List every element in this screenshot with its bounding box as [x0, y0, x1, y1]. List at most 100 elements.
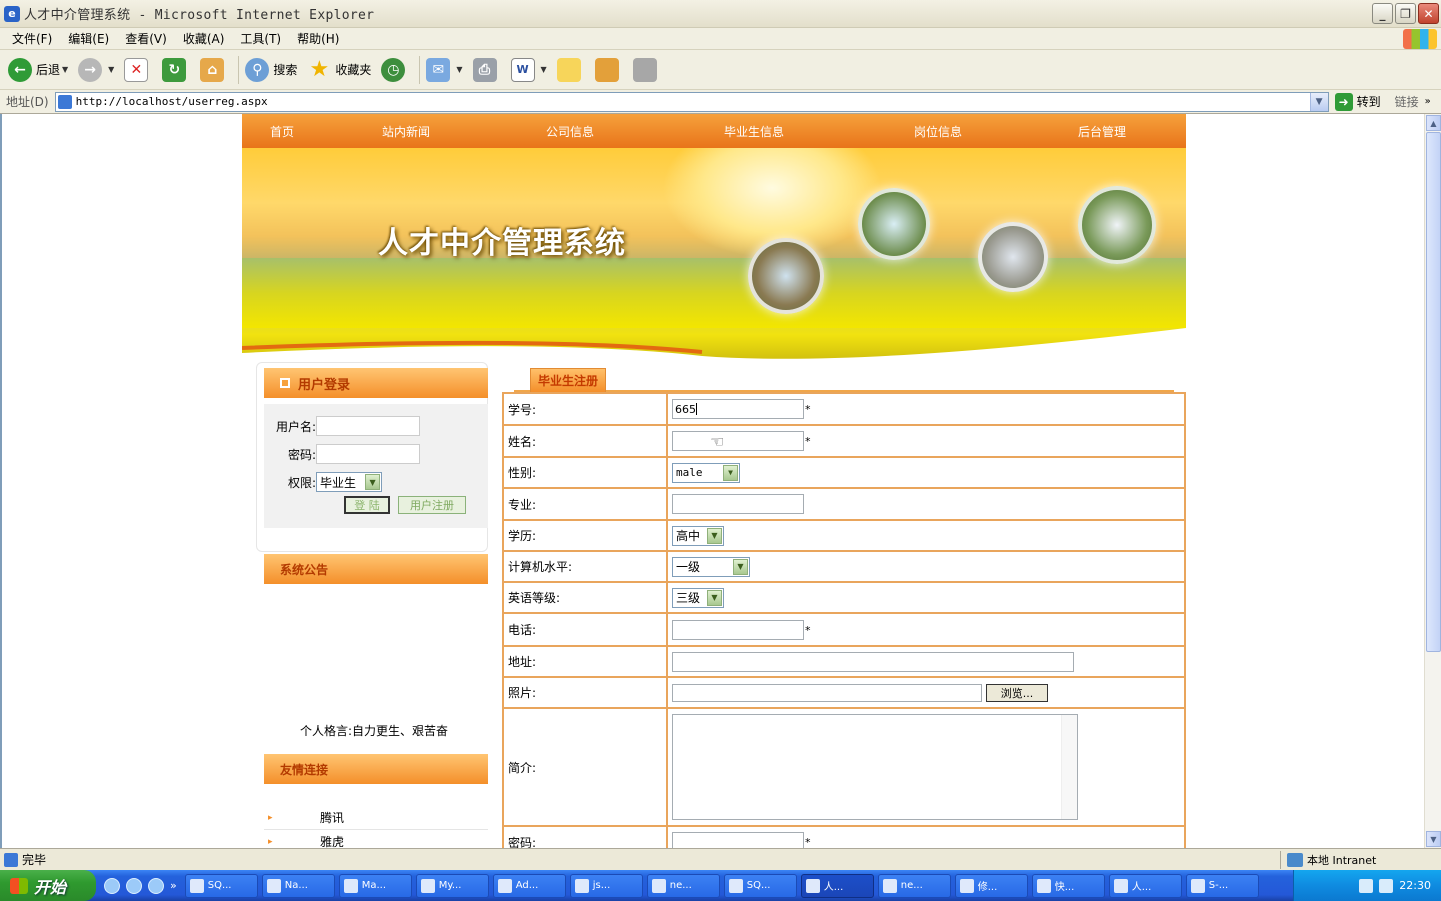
stop-button[interactable]: ✕: [124, 57, 152, 82]
friend-link-item[interactable]: 雅虎: [264, 830, 488, 848]
menu-favorites[interactable]: 收藏(A): [177, 30, 231, 47]
taskbar-task[interactable]: My...: [415, 873, 489, 898]
history-button[interactable]: ◷: [381, 57, 409, 82]
scroll-down-arrow-icon[interactable]: ▼: [1426, 831, 1441, 847]
taskbar-task[interactable]: ne...: [646, 873, 720, 898]
nav-jobs[interactable]: 岗位信息: [914, 123, 962, 140]
windows-taskbar: 开始 » SQ... Na... Ma... My... Ad... js... ne...…: [0, 870, 1441, 901]
chevron-down-icon[interactable]: ▼: [541, 65, 547, 74]
menu-view[interactable]: 查看(V): [119, 30, 173, 47]
name-input[interactable]: [672, 431, 804, 451]
go-button[interactable]: ➜ 转到: [1334, 92, 1381, 111]
friend-links-header: 友情连接: [264, 754, 488, 784]
taskbar-task[interactable]: 快...: [1031, 873, 1105, 898]
nav-graduates[interactable]: 毕业生信息: [724, 123, 784, 140]
taskbar-task[interactable]: 人...: [800, 873, 874, 898]
app-icon: [728, 878, 743, 893]
english-level-select[interactable]: 三级 ▼: [672, 587, 724, 608]
student-id-input[interactable]: 665: [672, 399, 804, 419]
password-input[interactable]: [316, 444, 421, 464]
taskbar-task[interactable]: ne...: [877, 873, 951, 898]
page-scrollbar[interactable]: ▲ ▼: [1424, 114, 1441, 848]
chevron-down-icon[interactable]: ▼: [108, 65, 114, 74]
nav-news[interactable]: 站内新闻: [382, 123, 430, 140]
username-input[interactable]: [316, 416, 421, 436]
research-button[interactable]: [594, 57, 623, 82]
taskbar-task[interactable]: js...: [569, 873, 643, 898]
reg-password-input[interactable]: [672, 832, 804, 848]
favorites-button[interactable]: ★ 收藏夹: [307, 57, 371, 82]
back-button[interactable]: ← 后退 ▼: [8, 57, 68, 82]
menu-tools[interactable]: 工具(T): [234, 30, 287, 47]
address-field-input[interactable]: [672, 651, 1074, 672]
close-button[interactable]: ✕: [1418, 3, 1439, 24]
discuss-button[interactable]: [556, 57, 585, 82]
taskbar-task[interactable]: SQ...: [723, 873, 797, 898]
taskbar-task[interactable]: S-...: [1185, 873, 1259, 898]
friend-link-item[interactable]: 腾讯: [264, 806, 488, 830]
printer-icon: ⎙: [472, 57, 497, 82]
intro-textarea[interactable]: [672, 714, 1078, 820]
taskbar-task[interactable]: SQ...: [184, 873, 258, 898]
desktop-quicklaunch-icon[interactable]: [126, 877, 142, 894]
friend-link-label: 腾讯: [320, 811, 345, 825]
refresh-button[interactable]: ↻: [162, 57, 190, 82]
chevron-down-icon[interactable]: ▼: [456, 65, 462, 74]
ie-quicklaunch-icon[interactable]: [104, 877, 120, 894]
nav-company[interactable]: 公司信息: [546, 123, 594, 140]
phone-input[interactable]: [672, 619, 804, 640]
login-button[interactable]: 登 陆: [344, 496, 390, 514]
forward-button[interactable]: → ▼: [78, 57, 114, 82]
taskbar-task[interactable]: Na...: [261, 873, 335, 898]
minimize-button[interactable]: _: [1372, 3, 1393, 24]
taskbar-task[interactable]: Ad...: [492, 873, 566, 898]
taskbar-task[interactable]: 人...: [1108, 873, 1182, 898]
scroll-up-arrow-icon[interactable]: ▲: [1426, 115, 1441, 131]
left-column: 用户登录 用户名: 密码: 权限: 毕业生 ▼ 登 陆 用户注册 系统公告 个人…: [256, 362, 496, 848]
computer-level-select[interactable]: 一级 ▼: [672, 556, 750, 577]
chevron-right-icon[interactable]: »: [170, 879, 177, 892]
start-button[interactable]: 开始: [0, 870, 96, 901]
home-button[interactable]: ⌂: [200, 57, 228, 82]
education-select[interactable]: 高中 ▼: [672, 525, 724, 546]
app-icon: [497, 878, 512, 893]
scroll-thumb[interactable]: [1426, 132, 1441, 652]
nav-home[interactable]: 首页: [270, 123, 294, 140]
menu-help[interactable]: 帮助(H): [291, 30, 345, 47]
network-icon[interactable]: [1359, 878, 1374, 893]
mail-button[interactable]: ✉ ▼: [426, 57, 463, 82]
menu-file[interactable]: 文件(F): [6, 30, 58, 47]
messenger-button[interactable]: [632, 57, 661, 82]
address-input[interactable]: http://localhost/userreg.aspx ▼: [54, 91, 1329, 112]
role-select[interactable]: 毕业生 ▼: [316, 472, 383, 492]
education-value: 高中: [676, 529, 701, 543]
nav-admin[interactable]: 后台管理: [1078, 123, 1126, 140]
photo-path-input[interactable]: [672, 683, 982, 702]
chevron-right-icon[interactable]: »: [1425, 96, 1431, 107]
history-icon: ◷: [381, 57, 406, 82]
print-button[interactable]: ⎙: [472, 57, 501, 82]
chevron-down-icon: ▼: [733, 558, 748, 575]
taskbar-task[interactable]: Ma...: [338, 873, 412, 898]
links-button[interactable]: 链接: [1395, 93, 1419, 110]
restore-button[interactable]: ❐: [1395, 3, 1416, 24]
gender-value: male: [676, 466, 703, 479]
role-value: 毕业生: [320, 475, 357, 490]
volume-icon[interactable]: [1379, 878, 1394, 893]
textarea-scrollbar[interactable]: [1061, 715, 1077, 819]
browse-button[interactable]: 浏览...: [986, 683, 1048, 702]
register-button[interactable]: 用户注册: [398, 496, 466, 514]
gender-select[interactable]: male ▼: [672, 462, 740, 483]
major-input[interactable]: [672, 494, 804, 514]
search-button[interactable]: ⚲ 搜索: [245, 57, 297, 82]
taskbar-task[interactable]: 修...: [954, 873, 1028, 898]
menu-edit[interactable]: 编辑(E): [62, 30, 115, 47]
chevron-down-icon[interactable]: ▼: [1309, 92, 1328, 111]
edit-button[interactable]: W ▼: [510, 57, 547, 82]
form-row-password: 密码: *: [504, 827, 1184, 848]
form-row-student-id: 学号: 665 *: [504, 394, 1184, 426]
media-quicklaunch-icon[interactable]: [148, 877, 164, 894]
required-mark: *: [805, 836, 811, 848]
chevron-down-icon[interactable]: ▼: [62, 65, 68, 74]
tab-graduate-register[interactable]: 毕业生注册: [530, 368, 606, 392]
